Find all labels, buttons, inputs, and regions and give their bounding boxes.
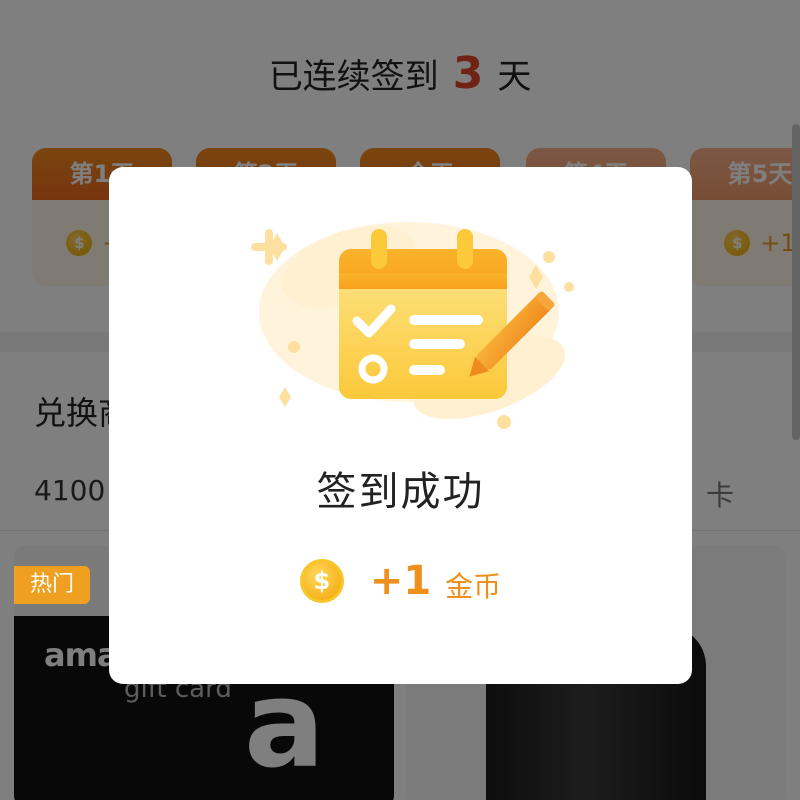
reward-amount: +1 [369,558,432,604]
reward-unit: 金币 [445,570,502,603]
dialog-title: 签到成功 [316,469,485,515]
calendar-checklist-icon [239,187,599,437]
modal-overlay[interactable]: 签到成功 $ +1 金币 [0,0,800,800]
reward-row: $ +1 金币 [109,557,692,605]
coin-icon: $ [299,559,344,603]
checkin-success-dialog: 签到成功 $ +1 金币 [109,167,692,684]
hot-badge: 热门 [14,566,90,604]
